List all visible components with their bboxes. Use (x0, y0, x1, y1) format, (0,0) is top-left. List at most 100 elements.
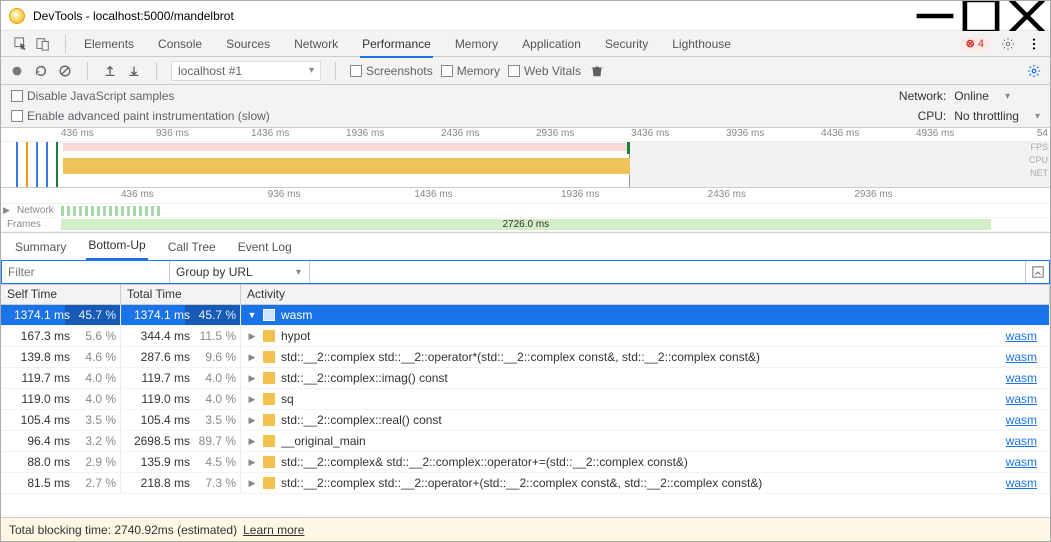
subtab-event-log[interactable]: Event Log (236, 234, 294, 260)
memory-label: Memory (457, 64, 500, 78)
panel-tab-security[interactable]: Security (593, 31, 660, 57)
enable-paint-label: Enable advanced paint instrumentation (s… (27, 109, 270, 123)
source-link[interactable]: wasm (1006, 476, 1045, 490)
table-row[interactable]: 81.5 ms2.7 %218.8 ms7.3 %▶std::__2::comp… (1, 473, 1050, 494)
table-row[interactable]: 96.4 ms3.2 %2698.5 ms89.7 %▶__original_m… (1, 431, 1050, 452)
kebab-menu-icon[interactable] (1026, 36, 1042, 52)
upload-profile-icon[interactable] (102, 63, 118, 79)
network-throttling-select[interactable]: Online (954, 89, 1040, 103)
divider (65, 35, 66, 53)
total-ms-value: 119.0 ms (126, 392, 190, 406)
window-title: DevTools - localhost:5000/mandelbrot (33, 9, 234, 23)
overview-tick: 2436 ms (441, 128, 479, 139)
table-row[interactable]: 139.8 ms4.6 %287.6 ms9.6 %▶std::__2::com… (1, 347, 1050, 368)
expand-caret-icon[interactable]: ▶ (247, 436, 257, 447)
panel-tab-application[interactable]: Application (510, 31, 593, 57)
capture-settings-gear-icon[interactable] (1026, 63, 1042, 79)
enable-paint-instrumentation-checkbox[interactable]: Enable advanced paint instrumentation (s… (11, 109, 270, 123)
panel-tab-performance[interactable]: Performance (350, 31, 443, 57)
mid-tick: 436 ms (121, 189, 154, 200)
panel-tab-console[interactable]: Console (146, 31, 214, 57)
toggle-heavy-stack-icon[interactable] (1025, 261, 1049, 283)
self-ms-value: 1374.1 ms (6, 308, 70, 322)
timeline-flame-chart-area[interactable]: 436 ms936 ms1436 ms1936 ms2436 ms2936 ms… (1, 188, 1050, 233)
panel-tab-lighthouse[interactable]: Lighthouse (660, 31, 743, 57)
panel-tab-sources[interactable]: Sources (214, 31, 282, 57)
checkbox-icon (508, 65, 520, 77)
group-by-select[interactable]: Group by URL (170, 261, 310, 283)
script-category-icon (263, 456, 275, 468)
table-row[interactable]: 88.0 ms2.9 %135.9 ms4.5 %▶std::__2::comp… (1, 452, 1050, 473)
source-link[interactable]: wasm (1006, 455, 1045, 469)
table-body[interactable]: 1374.1 ms45.7 %1374.1 ms45.7 %▼wasm167.3… (1, 305, 1050, 517)
total-time-cell: 344.4 ms11.5 % (121, 326, 241, 346)
learn-more-link[interactable]: Learn more (243, 523, 304, 537)
network-track-row[interactable]: ▶Network (1, 204, 1050, 218)
error-count-value: 4 (978, 37, 984, 51)
overview-tick: 54 (1037, 128, 1048, 139)
profile-select[interactable]: localhost #1 (171, 61, 321, 81)
capture-settings-panel: Disable JavaScript samples Enable advanc… (1, 85, 1050, 128)
table-row[interactable]: 1374.1 ms45.7 %1374.1 ms45.7 %▼wasm (1, 305, 1050, 326)
inspect-element-icon[interactable] (13, 36, 29, 52)
source-link[interactable]: wasm (1006, 371, 1045, 385)
expand-caret-icon[interactable]: ▶ (247, 478, 257, 489)
web-vitals-checkbox[interactable]: Web Vitals (508, 64, 581, 78)
expand-caret-icon[interactable]: ▶ (247, 415, 257, 426)
source-link[interactable]: wasm (1006, 413, 1045, 427)
checkbox-icon (11, 90, 23, 102)
status-bar: Total blocking time: 2740.92ms (estimate… (1, 517, 1050, 541)
expand-caret-icon[interactable]: ▶ (247, 331, 257, 342)
expand-caret-icon[interactable]: ▶ (247, 352, 257, 363)
console-error-count[interactable]: 4 (960, 37, 990, 51)
panel-tab-memory[interactable]: Memory (443, 31, 510, 57)
source-link[interactable]: wasm (1006, 434, 1045, 448)
expand-caret-icon[interactable]: ▶ (247, 373, 257, 384)
table-row[interactable]: 119.0 ms4.0 %119.0 ms4.0 %▶sqwasm (1, 389, 1050, 410)
download-profile-icon[interactable] (126, 63, 142, 79)
panel-tab-network[interactable]: Network (282, 31, 350, 57)
window-minimize-button[interactable] (912, 1, 958, 31)
panel-tab-bar: ElementsConsoleSourcesNetworkPerformance… (1, 31, 1050, 57)
clear-icon[interactable] (57, 63, 73, 79)
frames-track-row[interactable]: Frames 2726.0 ms (1, 218, 1050, 232)
frames-bar[interactable]: 2726.0 ms (61, 219, 991, 230)
timeline-overview[interactable]: 436 ms936 ms1436 ms1936 ms2436 ms2936 ms… (1, 128, 1050, 188)
expand-caret-icon[interactable]: ▶ (247, 394, 257, 405)
window-close-button[interactable] (1004, 1, 1050, 31)
total-pct-value: 4.0 % (194, 371, 236, 385)
web-vitals-label: Web Vitals (524, 64, 581, 78)
table-row[interactable]: 119.7 ms4.0 %119.7 ms4.0 %▶std::__2::com… (1, 368, 1050, 389)
total-time-column-header[interactable]: Total Time (121, 285, 241, 304)
settings-gear-icon[interactable] (1000, 36, 1016, 52)
expand-caret-icon[interactable]: ▼ (247, 310, 257, 320)
record-icon[interactable] (9, 63, 25, 79)
cpu-throttling-select[interactable]: No throttling (954, 109, 1040, 123)
filter-input[interactable] (2, 261, 170, 283)
screenshots-checkbox[interactable]: Screenshots (350, 64, 433, 78)
expand-caret-icon[interactable]: ▶ (247, 457, 257, 468)
subtab-bottom-up[interactable]: Bottom-Up (86, 232, 147, 260)
checkbox-icon (441, 65, 453, 77)
device-toolbar-icon[interactable] (35, 36, 51, 52)
reload-icon[interactable] (33, 63, 49, 79)
source-link[interactable]: wasm (1006, 329, 1045, 343)
subtab-summary[interactable]: Summary (13, 234, 68, 260)
subtab-call-tree[interactable]: Call Tree (166, 234, 218, 260)
disable-js-samples-checkbox[interactable]: Disable JavaScript samples (11, 89, 270, 103)
window-maximize-button[interactable] (958, 1, 1004, 31)
blocking-time-text: Total blocking time: 2740.92ms (estimate… (9, 523, 237, 537)
table-row[interactable]: 167.3 ms5.6 %344.4 ms11.5 %▶hypotwasm (1, 326, 1050, 347)
trash-icon[interactable] (589, 63, 605, 79)
panel-tab-elements[interactable]: Elements (72, 31, 146, 57)
source-link[interactable]: wasm (1006, 392, 1045, 406)
table-row[interactable]: 105.4 ms3.5 %105.4 ms3.5 %▶std::__2::com… (1, 410, 1050, 431)
source-link[interactable]: wasm (1006, 350, 1045, 364)
mid-tick: 936 ms (268, 189, 301, 200)
total-ms-value: 218.8 ms (126, 476, 190, 490)
activity-column-header[interactable]: Activity (241, 285, 1050, 304)
memory-checkbox[interactable]: Memory (441, 64, 500, 78)
self-time-column-header[interactable]: Self Time (1, 285, 121, 304)
expand-chevron-icon[interactable]: ▶ (3, 205, 10, 216)
overview-tick: 3436 ms (631, 128, 669, 139)
